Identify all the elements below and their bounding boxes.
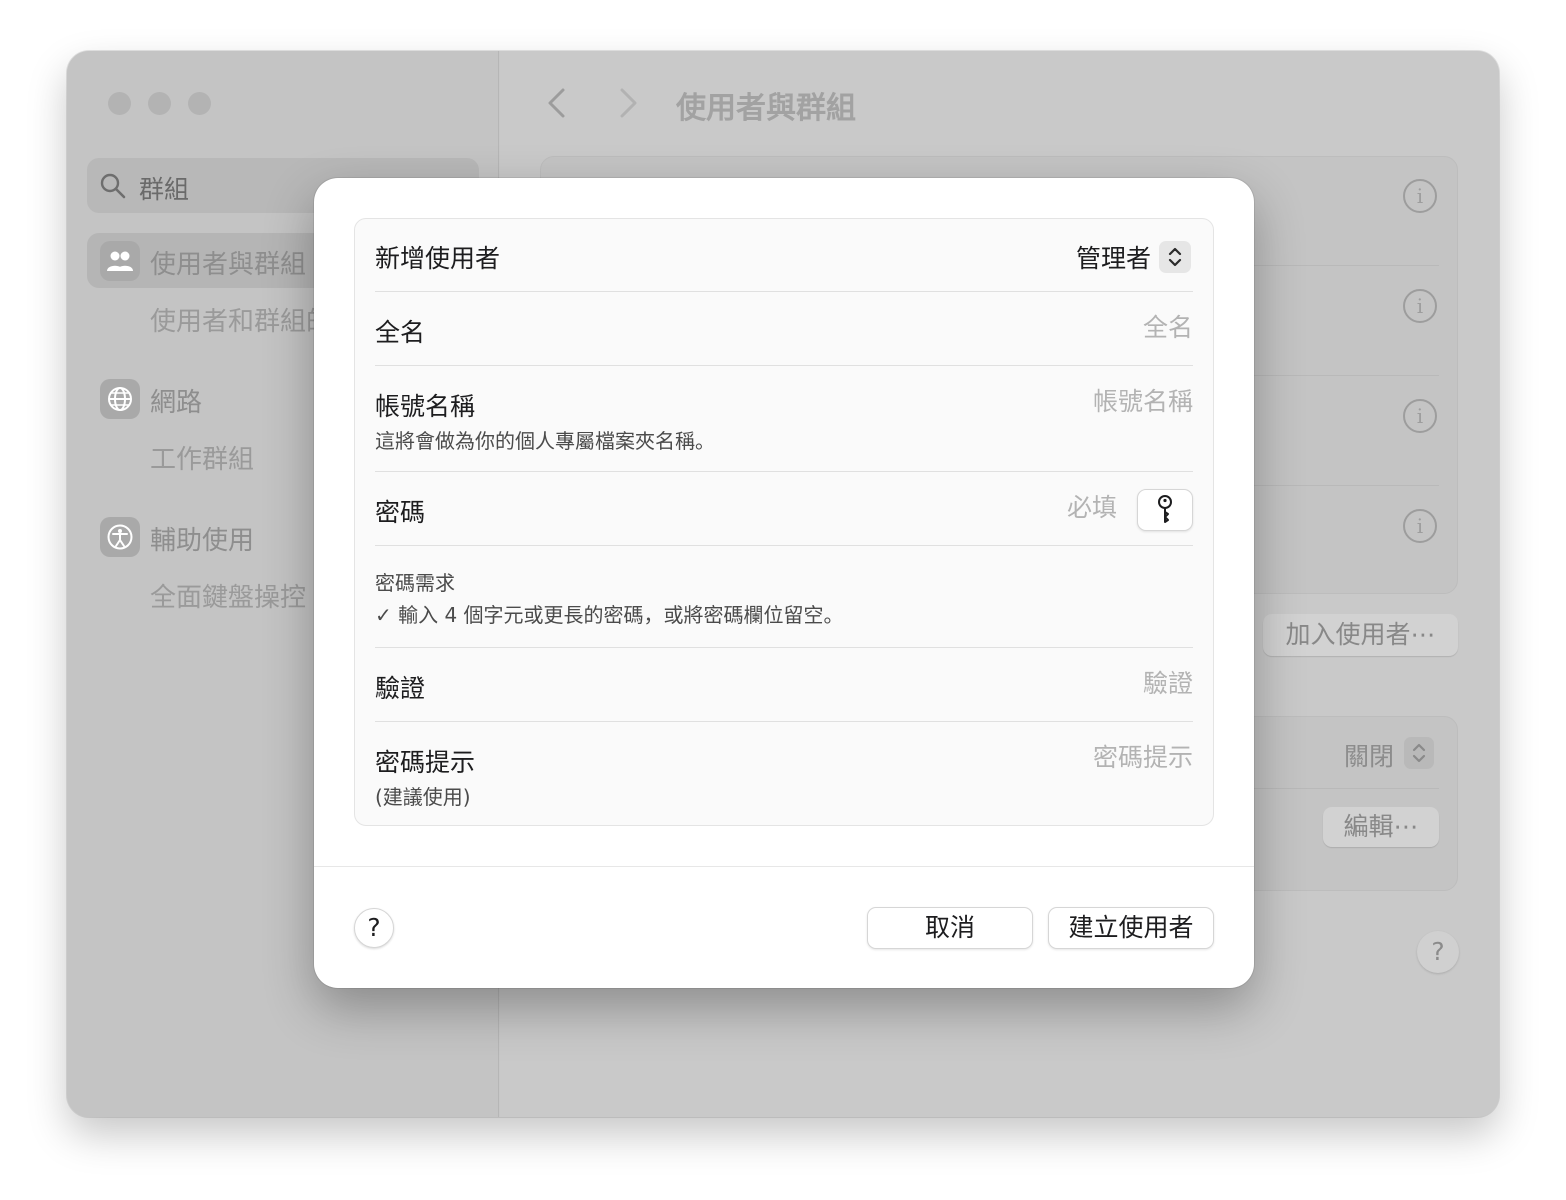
chevron-right-icon[interactable] xyxy=(616,87,640,119)
password-hint-field[interactable] xyxy=(833,743,1193,772)
accessibility-icon xyxy=(100,517,140,557)
edit-button[interactable]: 編輯⋯ xyxy=(1323,807,1439,847)
sidebar-item-label: 使用者與群組 xyxy=(150,250,307,280)
sidebar-item-label: 網路 xyxy=(150,388,203,418)
divider xyxy=(375,365,1193,366)
search-input[interactable]: 群組 xyxy=(139,170,189,206)
info-icon[interactable]: i xyxy=(1403,399,1437,433)
help-button[interactable]: ? xyxy=(354,908,394,948)
full-name-label: 全名 xyxy=(375,318,426,347)
divider xyxy=(375,291,1193,292)
chevron-left-icon[interactable] xyxy=(545,87,569,119)
divider xyxy=(375,545,1193,546)
create-user-button[interactable]: 建立使用者 xyxy=(1048,907,1214,949)
sidebar-item-label: 輔助使用 xyxy=(150,526,255,556)
divider xyxy=(314,866,1254,867)
users-icon xyxy=(100,241,140,281)
close-window-button[interactable] xyxy=(108,92,131,115)
sidebar-subitem-keyboard-nav[interactable]: 全面鍵盤操控 xyxy=(150,577,306,614)
verify-label: 驗證 xyxy=(375,674,426,703)
password-label: 密碼 xyxy=(375,498,426,527)
page-title: 使用者與群組 xyxy=(676,91,856,126)
role-value: 管理者 xyxy=(1075,244,1151,273)
role-popup[interactable]: 管理者 xyxy=(1076,239,1191,275)
divider xyxy=(375,721,1193,722)
new-user-dialog: 新增使用者 管理者 全名 帳號名稱 這將會做為你的個人專屬檔案夾名稱。 密碼 xyxy=(314,178,1254,988)
minimize-window-button[interactable] xyxy=(148,92,171,115)
password-hint-note: (建議使用) xyxy=(375,785,471,809)
info-icon[interactable]: i xyxy=(1403,179,1437,213)
password-requirements-title: 密碼需求 xyxy=(375,571,455,595)
new-user-label: 新增使用者 xyxy=(375,244,501,273)
cancel-button[interactable]: 取消 xyxy=(867,907,1033,949)
key-icon xyxy=(1158,495,1172,523)
auto-login-value[interactable]: 關閉 xyxy=(1344,737,1394,773)
password-assistant-button[interactable] xyxy=(1137,489,1193,531)
account-name-field[interactable] xyxy=(833,387,1193,416)
chevron-updown-icon xyxy=(1159,241,1191,273)
password-hint-label: 密碼提示 xyxy=(375,748,476,777)
globe-icon xyxy=(100,379,140,419)
divider xyxy=(375,471,1193,472)
chevron-updown-icon[interactable] xyxy=(1404,737,1434,769)
info-icon[interactable]: i xyxy=(1403,509,1437,543)
help-button[interactable]: ? xyxy=(1417,931,1459,973)
full-name-field[interactable] xyxy=(833,313,1193,342)
account-name-label: 帳號名稱 xyxy=(375,392,476,421)
sidebar-subitem-users-groups[interactable]: 使用者和群組的 xyxy=(150,301,332,338)
password-field[interactable] xyxy=(817,493,1117,522)
add-user-button[interactable]: 加入使用者⋯ xyxy=(1263,614,1458,656)
search-icon xyxy=(100,173,126,199)
info-icon[interactable]: i xyxy=(1403,289,1437,323)
divider xyxy=(375,647,1193,648)
account-name-note: 這將會做為你的個人專屬檔案夾名稱。 xyxy=(375,429,715,453)
verify-field[interactable] xyxy=(833,669,1193,698)
sidebar-subitem-workgroup[interactable]: 工作群組 xyxy=(150,439,254,476)
password-requirement-item: ✓ 輸入 4 個字元或更長的密碼，或將密碼欄位留空。 xyxy=(375,603,844,627)
zoom-window-button[interactable] xyxy=(188,92,211,115)
new-user-form: 新增使用者 管理者 全名 帳號名稱 這將會做為你的個人專屬檔案夾名稱。 密碼 xyxy=(354,218,1214,826)
